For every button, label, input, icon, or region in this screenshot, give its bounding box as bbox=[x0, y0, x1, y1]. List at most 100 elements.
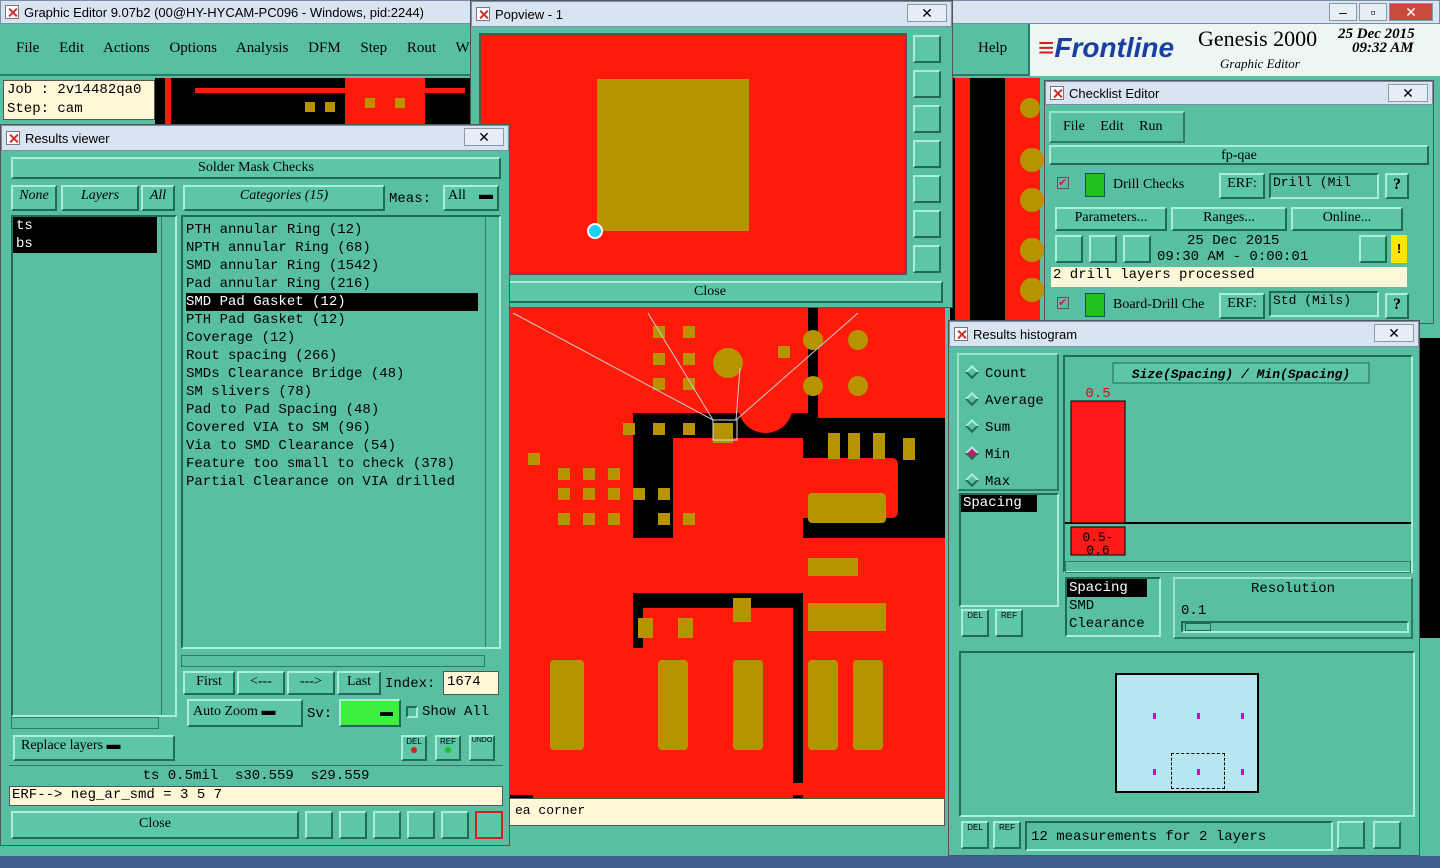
layer-tool-icon[interactable] bbox=[305, 811, 333, 839]
field-item-spacing[interactable]: Spacing bbox=[1067, 579, 1147, 597]
category-item[interactable]: PTH annular Ring (12) bbox=[186, 221, 499, 239]
checklist-menu-edit[interactable]: Edit bbox=[1100, 119, 1123, 134]
category-item[interactable]: SMD annular Ring (1542) bbox=[186, 257, 499, 275]
hist-ref-icon[interactable]: REF bbox=[995, 609, 1023, 637]
category-item[interactable]: SM slivers (78) bbox=[186, 383, 499, 401]
checklist-close-x[interactable]: ✕ bbox=[1388, 84, 1428, 102]
pcb-canvas-top[interactable] bbox=[155, 78, 470, 128]
parameters-button[interactable]: Parameters... bbox=[1055, 207, 1167, 231]
menu-options[interactable]: Options bbox=[169, 40, 217, 56]
checklist-menu-file[interactable]: File bbox=[1063, 119, 1085, 134]
layers-list[interactable]: ts bs bbox=[11, 215, 177, 717]
ref-icon[interactable]: REF bbox=[435, 735, 461, 761]
show-all-checkbox[interactable] bbox=[406, 706, 418, 718]
category-item[interactable]: SMDs Clearance Bridge (48) bbox=[186, 365, 499, 383]
histogram-hscrollbar[interactable] bbox=[1065, 561, 1411, 573]
category-item[interactable]: Covered VIA to SM (96) bbox=[186, 419, 499, 437]
minimap-board[interactable] bbox=[1115, 673, 1259, 793]
stat-sum-option[interactable]: Sum bbox=[964, 415, 1057, 442]
del-icon[interactable]: DEL bbox=[401, 735, 427, 761]
pcb-canvas[interactable] bbox=[508, 308, 945, 798]
print-icon[interactable] bbox=[1373, 821, 1401, 849]
footer-del-icon[interactable]: DEL bbox=[961, 821, 989, 849]
menu-file[interactable]: File bbox=[16, 40, 39, 56]
field-item-smd[interactable]: SMD bbox=[1067, 597, 1159, 615]
menu-actions[interactable]: Actions bbox=[103, 40, 150, 56]
measurement-item-spacing[interactable]: Spacing bbox=[961, 495, 1037, 512]
notes-icon[interactable] bbox=[441, 811, 469, 839]
last-button[interactable]: Last bbox=[337, 671, 381, 695]
footer-ref-icon[interactable]: REF bbox=[993, 821, 1021, 849]
auto-zoom-select[interactable]: Auto Zoom ▬ bbox=[187, 699, 303, 727]
category-item[interactable]: PTH Pad Gasket (12) bbox=[186, 311, 499, 329]
resolution-slider[interactable] bbox=[1181, 621, 1409, 633]
categories-scrollbar[interactable] bbox=[485, 217, 499, 647]
popview-close-x[interactable]: ✕ bbox=[907, 4, 947, 22]
close-window-button[interactable]: ✕ bbox=[1389, 3, 1433, 21]
check2-help-button[interactable]: ? bbox=[1385, 293, 1409, 319]
menu-analysis[interactable]: Analysis bbox=[236, 40, 289, 56]
field-item-clearance[interactable]: Clearance bbox=[1067, 615, 1159, 633]
pan-up-icon[interactable] bbox=[913, 70, 941, 98]
report-icon[interactable] bbox=[339, 811, 367, 839]
check2-checkbox[interactable]: ✔ bbox=[1057, 297, 1069, 309]
layers-scrollbar[interactable] bbox=[161, 217, 175, 715]
check1-erf-field[interactable]: Drill (Mil bbox=[1269, 173, 1379, 199]
layers-all-button[interactable]: All bbox=[141, 185, 175, 211]
check1-checkbox[interactable]: ✔ bbox=[1057, 177, 1069, 189]
export-icon[interactable] bbox=[1337, 821, 1365, 849]
category-item[interactable]: NPTH annular Ring (68) bbox=[186, 239, 499, 257]
index-field[interactable]: 1674 bbox=[443, 671, 499, 695]
category-item[interactable]: Via to SMD Clearance (54) bbox=[186, 437, 499, 455]
category-item[interactable]: Pad to Pad Spacing (48) bbox=[186, 401, 499, 419]
stat-count-option[interactable]: Count bbox=[964, 361, 1057, 388]
menu-rout[interactable]: Rout bbox=[407, 40, 436, 56]
categories-hscrollbar[interactable] bbox=[181, 655, 485, 667]
layers-hscrollbar[interactable] bbox=[11, 717, 159, 729]
measurement-list[interactable]: Spacing bbox=[959, 493, 1059, 607]
pan-down-icon[interactable] bbox=[913, 105, 941, 133]
next-button[interactable]: ---> bbox=[287, 671, 335, 695]
category-item[interactable]: Coverage (12) bbox=[186, 329, 499, 347]
histogram-icon[interactable] bbox=[475, 811, 503, 839]
field-list[interactable]: Spacing SMD Clearance bbox=[1065, 577, 1161, 637]
remove-ref-icon[interactable] bbox=[373, 811, 401, 839]
menu-dfm[interactable]: DFM bbox=[308, 40, 341, 56]
minimize-button[interactable]: – bbox=[1329, 3, 1357, 21]
popview-close-button[interactable]: Close bbox=[477, 281, 943, 303]
category-item[interactable]: Pad annular Ring (216) bbox=[186, 275, 499, 293]
pan-right-icon[interactable] bbox=[913, 175, 941, 203]
minimap-viewport[interactable] bbox=[1171, 753, 1225, 789]
category-item[interactable]: Rout spacing (266) bbox=[186, 347, 499, 365]
checklist-menu-run[interactable]: Run bbox=[1139, 119, 1162, 134]
pan-left-icon[interactable] bbox=[913, 140, 941, 168]
layer-item-bs[interactable]: bs bbox=[13, 235, 157, 253]
zoom-out-icon[interactable] bbox=[913, 245, 941, 273]
check2-erf-field[interactable]: Std (Mils) bbox=[1269, 291, 1379, 317]
stop-run-icon[interactable] bbox=[1123, 235, 1151, 263]
results-close-button[interactable]: Close bbox=[11, 811, 299, 839]
menu-edit[interactable]: Edit bbox=[59, 40, 84, 56]
popview-canvas[interactable] bbox=[479, 33, 907, 275]
replace-layers-select[interactable]: Replace layers ▬ bbox=[13, 735, 175, 761]
run-selected-icon[interactable] bbox=[1089, 235, 1117, 263]
hist-del-icon[interactable]: DEL bbox=[961, 609, 989, 637]
menu-help[interactable]: Help bbox=[978, 40, 1007, 57]
stat-min-option[interactable]: Min bbox=[964, 442, 1057, 469]
maximize-button[interactable]: ▫ bbox=[1359, 3, 1387, 21]
category-item[interactable]: SMD Pad Gasket (12) bbox=[186, 293, 478, 311]
stat-average-option[interactable]: Average bbox=[964, 388, 1057, 415]
undo-icon[interactable]: UNDO bbox=[469, 735, 495, 761]
check1-help-button[interactable]: ? bbox=[1385, 173, 1409, 199]
layer-item-ts[interactable]: ts bbox=[13, 217, 157, 235]
prev-button[interactable]: <--- bbox=[237, 671, 285, 695]
menu-step[interactable]: Step bbox=[360, 40, 387, 56]
meas-select[interactable]: All ▬ bbox=[443, 185, 499, 211]
one-two-icon[interactable] bbox=[407, 811, 435, 839]
categories-list[interactable]: PTH annular Ring (12) NPTH annular Ring (… bbox=[181, 215, 501, 649]
stat-max-option[interactable]: Max bbox=[964, 469, 1057, 496]
online-button[interactable]: Online... bbox=[1291, 207, 1403, 231]
category-item[interactable]: Partial Clearance on VIA drilled bbox=[186, 473, 499, 491]
ranges-button[interactable]: Ranges... bbox=[1171, 207, 1287, 231]
run-icon[interactable] bbox=[1055, 235, 1083, 263]
